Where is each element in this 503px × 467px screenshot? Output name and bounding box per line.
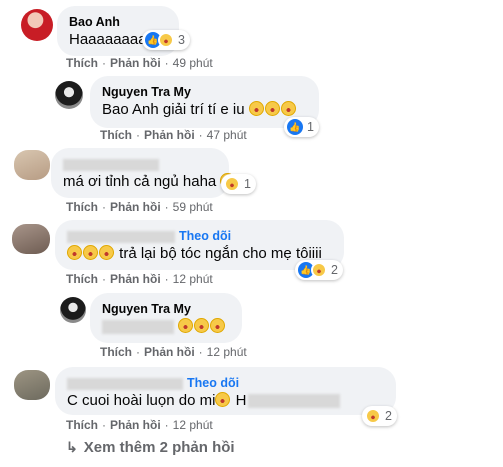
comment-author[interactable]: Nguyen Tra My — [102, 301, 230, 317]
timestamp[interactable]: 49 phút — [173, 56, 213, 70]
haha-reaction-icon — [365, 408, 381, 424]
reaction-count: 2 — [331, 263, 338, 277]
comment-author[interactable]: Theo dõi — [67, 375, 384, 391]
reply-arrow-icon: ↳ — [66, 439, 78, 455]
haha-reaction-icon — [158, 32, 174, 48]
laughing-emoji-icon — [99, 245, 114, 260]
like-button[interactable]: Thích — [66, 56, 98, 70]
reaction-summary[interactable]: 2 — [362, 406, 397, 426]
timestamp[interactable]: 12 phút — [173, 272, 213, 286]
haha-reaction-icon — [224, 176, 240, 192]
comment-actions: Thích · Phản hồi · 12 phút — [66, 418, 213, 432]
reaction-summary[interactable]: 👍 1 — [284, 117, 319, 137]
like-button[interactable]: Thích — [66, 272, 98, 286]
laughing-emoji-icon — [83, 245, 98, 260]
reaction-count: 1 — [307, 120, 314, 134]
like-button[interactable]: Thích — [66, 418, 98, 432]
comment-actions: Thích · Phản hồi · 12 phút — [100, 345, 247, 359]
avatar-commenter[interactable] — [14, 370, 50, 400]
reply-button[interactable]: Phản hồi — [110, 200, 161, 214]
comment-bubble-2: Nguyen Tra My Bao Anh giải trí tí e iu — [90, 76, 319, 128]
like-button[interactable]: Thích — [100, 345, 132, 359]
comment-text — [102, 317, 230, 337]
laughing-emoji-icon — [194, 318, 210, 333]
avatar-commenter[interactable] — [14, 150, 50, 180]
comment-author[interactable]: Bao Anh — [69, 14, 167, 30]
comment-text: Bao Anh giải trí tí e iu — [102, 100, 307, 120]
comment-bubble-3: má ơi tỉnh cả ngủ haha — [51, 148, 236, 198]
timestamp[interactable]: 47 phút — [207, 128, 247, 142]
like-button[interactable]: Thích — [100, 128, 132, 142]
comment-actions: Thích · Phản hồi · 59 phút — [66, 200, 213, 214]
laughing-emoji-icon — [210, 318, 226, 333]
view-more-replies-label: Xem thêm 2 phản hồi — [83, 439, 235, 456]
like-reaction-icon: 👍 — [287, 119, 303, 135]
comment-author[interactable] — [63, 156, 217, 172]
comment-actions: Thích · Phản hồi · 47 phút — [100, 128, 247, 142]
laughing-emoji-icon — [215, 392, 231, 407]
avatar-nguyen-tra-my[interactable] — [60, 297, 86, 323]
reaction-count: 1 — [244, 177, 251, 191]
like-button[interactable]: Thích — [66, 200, 98, 214]
comment-author[interactable]: Nguyen Tra My — [102, 84, 307, 100]
view-more-replies-link[interactable]: ↳ Xem thêm 2 phản hồi — [66, 439, 235, 456]
haha-reaction-icon — [311, 262, 327, 278]
comment-text: C cuoi hoài luọn do mi H — [67, 391, 384, 411]
reply-button[interactable]: Phản hồi — [110, 272, 161, 286]
laughing-emoji-icon — [178, 318, 194, 333]
avatar-bao-anh[interactable] — [21, 9, 53, 41]
timestamp[interactable]: 12 phút — [173, 418, 213, 432]
reaction-count: 3 — [178, 33, 185, 47]
reply-button[interactable]: Phản hồi — [110, 56, 161, 70]
comment-text: trả lại bộ tóc ngắn cho mẹ tôiiii — [67, 244, 332, 264]
follow-button[interactable]: Theo dõi — [187, 376, 239, 390]
comment-author[interactable]: Theo dõi — [67, 228, 332, 244]
comment-actions: Thích · Phản hồi · 49 phút — [66, 56, 213, 70]
laughing-emoji-icon — [67, 245, 82, 260]
laughing-emoji-icon — [264, 101, 280, 116]
reaction-summary[interactable]: 👍 2 — [295, 260, 343, 280]
laughing-emoji-icon — [280, 101, 296, 116]
reaction-summary[interactable]: 👍 3 — [142, 30, 190, 50]
reply-button[interactable]: Phản hồi — [144, 128, 195, 142]
comment-bubble-5: Nguyen Tra My — [90, 293, 242, 343]
timestamp[interactable]: 59 phút — [173, 200, 213, 214]
comment-bubble-6: Theo dõi C cuoi hoài luọn do mi H — [55, 367, 396, 415]
avatar-nguyen-tra-my[interactable] — [55, 81, 83, 109]
avatar-commenter[interactable] — [12, 224, 50, 254]
reaction-summary[interactable]: 1 — [221, 174, 256, 194]
reply-button[interactable]: Phản hồi — [110, 418, 161, 432]
reaction-count: 2 — [385, 409, 392, 423]
comment-actions: Thích · Phản hồi · 12 phút — [66, 272, 213, 286]
comment-text: má ơi tỉnh cả ngủ haha — [63, 172, 236, 192]
timestamp[interactable]: 12 phút — [207, 345, 247, 359]
laughing-emoji-icon — [248, 101, 264, 116]
follow-button[interactable]: Theo dõi — [179, 229, 231, 243]
reply-button[interactable]: Phản hồi — [144, 345, 195, 359]
